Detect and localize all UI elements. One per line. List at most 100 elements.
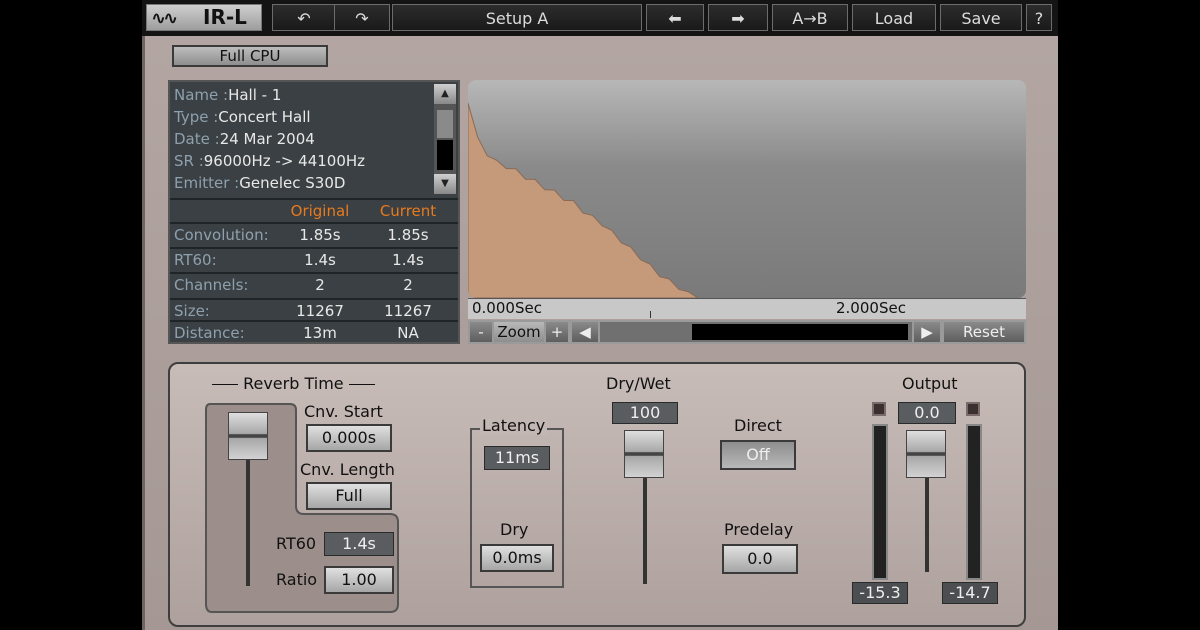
zoom-in-button[interactable]: + <box>546 322 568 342</box>
stat-current: 1.4s <box>392 251 424 269</box>
output-label: Output <box>902 374 958 393</box>
ir-name-label: Name : <box>174 86 229 104</box>
latency-value: 11ms <box>484 446 550 470</box>
cnv-start-value[interactable]: 0.000s <box>306 424 392 452</box>
scroll-right-button[interactable]: ▶ <box>914 322 940 342</box>
ir-info-panel: Name :Hall - 1 Type :Concert Hall Date :… <box>168 80 460 344</box>
cpu-mode-button[interactable]: Full CPU <box>172 45 328 67</box>
arrow-right-icon: ➡ <box>731 9 745 28</box>
a-to-b-button[interactable]: A→B <box>772 4 848 31</box>
reverb-time-fader-rail <box>246 456 250 586</box>
ir-sr-row: SR :96000Hz -> 44100Hz <box>174 150 434 172</box>
reverb-time-label: Reverb Time <box>243 374 344 393</box>
ir-waveform-display[interactable] <box>468 80 1026 298</box>
prev-setup-button[interactable]: ⬅ <box>646 4 704 31</box>
drywet-fader-rail <box>643 470 647 584</box>
load-button[interactable]: Load <box>852 4 936 31</box>
impulse-response-graph: 0.000Sec 2.000Sec - Zoom + ◀ ▶ Reset <box>468 80 1026 344</box>
scroll-down-button[interactable]: ▼ <box>434 174 456 194</box>
ir-emitter-row: Emitter :Genelec S30D <box>174 172 434 194</box>
setup-name-display[interactable]: Setup A <box>392 4 642 31</box>
scroll-left-button[interactable]: ◀ <box>572 322 598 342</box>
dry-delay-value[interactable]: 0.0ms <box>480 544 554 572</box>
scroll-track[interactable] <box>437 140 453 170</box>
ir-type-row: Type :Concert Hall <box>174 106 434 128</box>
drywet-fader[interactable] <box>624 430 664 478</box>
stat-original: 1.4s <box>304 251 336 269</box>
info-scrollbar[interactable]: ▲ ▼ <box>434 84 456 194</box>
triangle-down-icon: ▼ <box>441 178 449 189</box>
stat-original: 2 <box>315 276 325 294</box>
triangle-right-icon: ▶ <box>921 323 933 341</box>
undo-button[interactable]: ↶ <box>272 4 336 31</box>
direct-toggle[interactable]: Off <box>720 440 796 470</box>
save-button[interactable]: Save <box>940 4 1022 31</box>
stats-row-convolution: Convolution: 1.85s 1.85s <box>170 222 458 249</box>
window-edge <box>142 36 145 630</box>
reverb-time-fader[interactable] <box>228 412 268 460</box>
undo-icon: ↶ <box>297 9 311 28</box>
rt60-value[interactable]: 1.4s <box>324 532 394 556</box>
ir-name-value: Hall - 1 <box>228 86 282 104</box>
ir-type-value: Concert Hall <box>218 108 311 126</box>
cnv-start-label: Cnv. Start <box>304 402 383 421</box>
zoom-out-button[interactable]: - <box>470 322 492 342</box>
toolbar: ∿∿ IR-L ↶ ↷ Setup A ⬅ ➡ A→B Load Save ? <box>142 0 1058 36</box>
stat-label: Channels: <box>174 276 249 294</box>
plugin-body: Full CPU Name :Hall - 1 Type :Concert Ha… <box>142 36 1058 630</box>
controls-panel: Reverb Time Cnv. Start 0.000s Cnv. Lengt… <box>168 362 1026 627</box>
ir-date-value: 24 Mar 2004 <box>219 130 315 148</box>
col-original-header: Original <box>290 202 350 220</box>
time-axis-start-label: 0.000Sec <box>472 299 542 317</box>
output-gain-value[interactable]: 0.0 <box>898 402 956 424</box>
plugin-name: IR-L <box>203 5 247 29</box>
ir-name-row: Name :Hall - 1 <box>174 84 434 106</box>
zoom-bar: - Zoom + ◀ ▶ Reset <box>468 320 1026 344</box>
drywet-label: Dry/Wet <box>606 374 671 393</box>
output-fader[interactable] <box>906 430 946 478</box>
drywet-value[interactable]: 100 <box>612 402 678 424</box>
redo-button[interactable]: ↷ <box>334 4 390 31</box>
zoom-label: Zoom <box>494 322 544 342</box>
next-setup-button[interactable]: ➡ <box>708 4 768 31</box>
ir-sr-value: 96000Hz -> 44100Hz <box>203 152 366 170</box>
waves-logo-icon: ∿∿ <box>151 8 178 29</box>
ir-emitter-value: Genelec S30D <box>239 174 346 192</box>
reset-button[interactable]: Reset <box>944 322 1024 342</box>
time-scrollbar[interactable] <box>600 322 912 342</box>
stat-label: RT60: <box>174 251 217 269</box>
stats-row-channels: Channels: 2 2 <box>170 272 458 299</box>
rt60-label: RT60 <box>276 534 317 553</box>
ratio-value[interactable]: 1.00 <box>324 566 394 594</box>
output-fader-rail <box>925 472 929 572</box>
col-current-header: Current <box>379 202 437 220</box>
waves-logo[interactable]: ∿∿ IR-L <box>146 4 262 31</box>
predelay-value[interactable]: 0.0 <box>722 544 798 574</box>
time-scroll-thumb[interactable] <box>692 324 908 340</box>
clip-indicator-left[interactable] <box>872 402 886 416</box>
clip-indicator-right[interactable] <box>966 402 980 416</box>
stats-header-row: Original Current <box>170 198 458 225</box>
output-meter-right <box>966 424 982 580</box>
stat-label: Distance: <box>174 324 245 342</box>
ir-l-plugin-window: ∿∿ IR-L ↶ ↷ Setup A ⬅ ➡ A→B Load Save ? … <box>142 0 1058 630</box>
direct-label: Direct <box>734 416 782 435</box>
stat-label: Convolution: <box>174 226 269 244</box>
dry-label: Dry <box>500 520 529 539</box>
reverb-time-heading: Reverb Time <box>212 374 375 393</box>
stat-original: 13m <box>303 324 337 342</box>
stat-current: 1.85s <box>387 226 429 244</box>
help-button[interactable]: ? <box>1026 4 1052 31</box>
cnv-length-label: Cnv. Length <box>300 460 395 479</box>
ir-envelope-area <box>468 102 699 298</box>
ir-date-row: Date :24 Mar 2004 <box>174 128 434 150</box>
ir-metadata: Name :Hall - 1 Type :Concert Hall Date :… <box>174 84 434 194</box>
stats-row-distance: Distance: 13m NA <box>170 320 458 347</box>
scroll-thumb[interactable] <box>437 110 453 138</box>
stats-row-rt60: RT60: 1.4s 1.4s <box>170 247 458 274</box>
predelay-label: Predelay <box>724 520 794 539</box>
output-meter-left <box>872 424 888 580</box>
stat-current: 2 <box>403 276 413 294</box>
cnv-length-value[interactable]: Full <box>306 482 392 510</box>
scroll-up-button[interactable]: ▲ <box>434 84 456 104</box>
